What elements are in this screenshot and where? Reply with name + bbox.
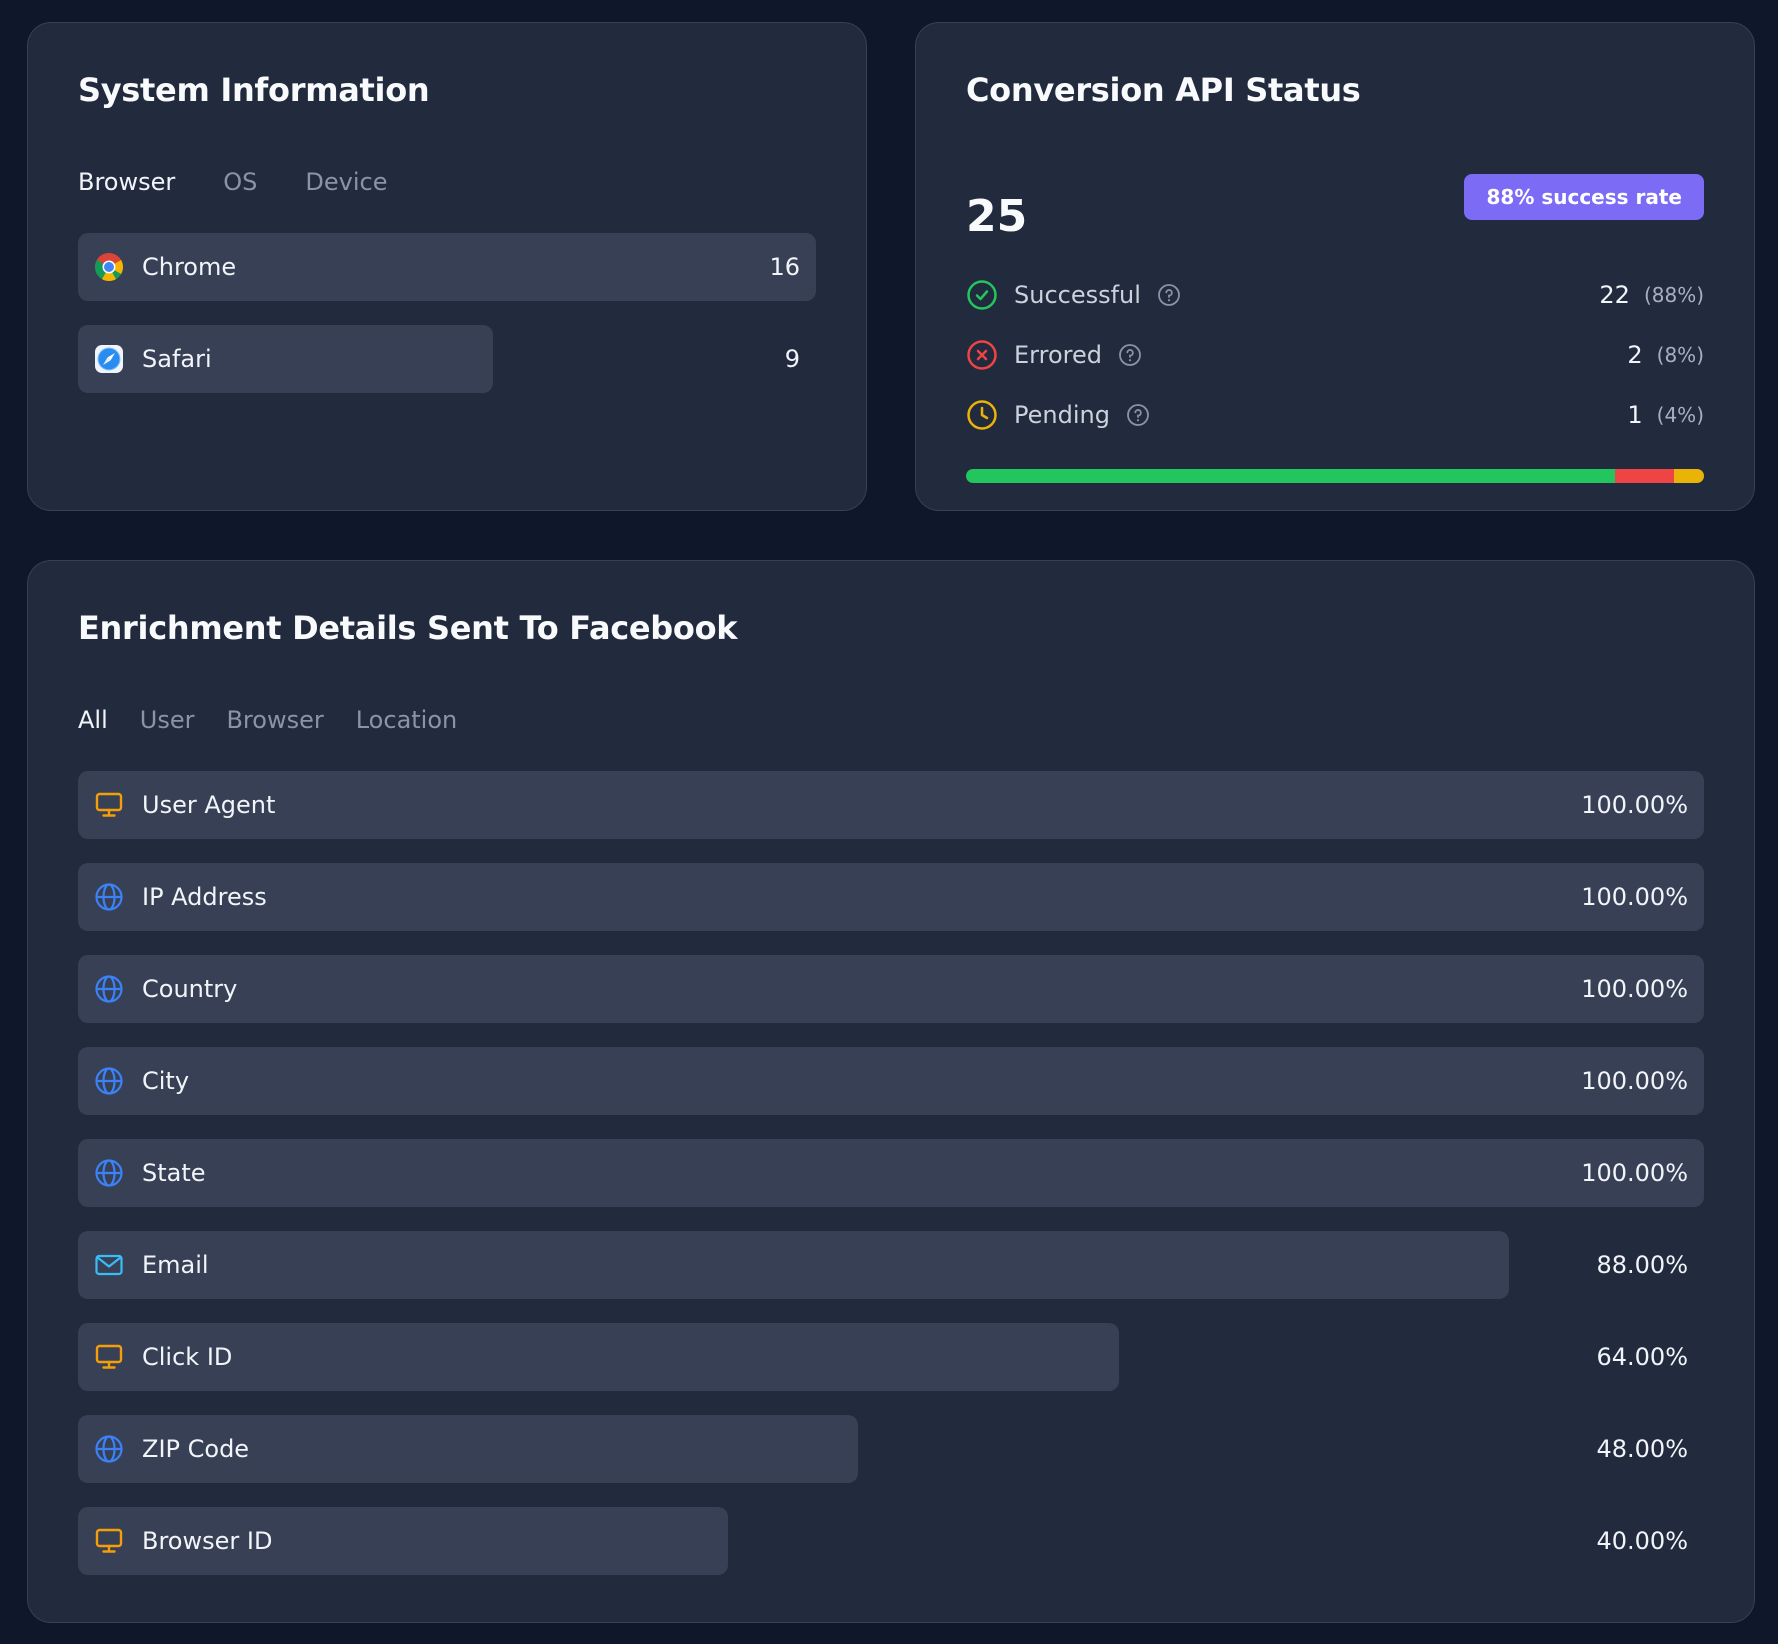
list-item-chrome[interactable]: Chrome 16	[78, 233, 816, 301]
list-item-zip-code[interactable]: ZIP Code 48.00%	[78, 1415, 1704, 1483]
progress-segment-errored	[1615, 469, 1675, 483]
field-name: User Agent	[142, 791, 276, 819]
success-rate-badge: 88% success rate	[1464, 174, 1704, 220]
system-information-card: System Information Browser OS Device Chr…	[27, 22, 867, 511]
tab-browser[interactable]: Browser	[226, 706, 323, 734]
globe-icon	[94, 1434, 124, 1464]
tab-browser[interactable]: Browser	[78, 168, 175, 196]
tab-all[interactable]: All	[78, 706, 108, 734]
browser-name: Safari	[142, 345, 212, 373]
chrome-icon	[94, 252, 124, 282]
total-events-count: 25	[966, 191, 1028, 242]
field-percent: 100.00%	[1581, 1159, 1688, 1187]
enrichment-tabs: All User Browser Location	[78, 706, 457, 734]
field-name: Click ID	[142, 1343, 233, 1371]
help-circle-icon[interactable]	[1118, 343, 1142, 367]
card-title: System Information	[78, 71, 430, 109]
x-circle-icon	[967, 340, 997, 370]
list-item-ip-address[interactable]: IP Address 100.00%	[78, 863, 1704, 931]
globe-icon	[94, 882, 124, 912]
status-row-errored: Errored 2 (8%)	[966, 335, 1704, 375]
browser-count: 9	[784, 345, 800, 373]
list-item-browser-id[interactable]: Browser ID 40.00%	[78, 1507, 1704, 1575]
globe-icon	[94, 1158, 124, 1188]
help-circle-icon[interactable]	[1126, 403, 1150, 427]
status-percent: (88%)	[1643, 283, 1704, 307]
enrichment-list: User Agent 100.00% IP Address 100.00% Countr…	[78, 771, 1704, 1599]
system-tabs: Browser OS Device	[78, 168, 387, 196]
status-progress-bar	[966, 469, 1704, 483]
help-circle-icon[interactable]	[1157, 283, 1181, 307]
status-label: Successful	[1014, 281, 1141, 309]
browser-count: 16	[769, 253, 800, 281]
status-row-successful: Successful 22 (88%)	[966, 275, 1704, 315]
status-count: 2	[1627, 341, 1643, 369]
list-item-email[interactable]: Email 88.00%	[78, 1231, 1704, 1299]
progress-segment-pending	[1674, 469, 1704, 483]
tab-os[interactable]: OS	[223, 168, 257, 196]
card-title: Enrichment Details Sent To Facebook	[78, 609, 738, 647]
field-name: City	[142, 1067, 190, 1095]
check-circle-icon	[967, 280, 997, 310]
field-percent: 100.00%	[1581, 1067, 1688, 1095]
enrichment-details-card: Enrichment Details Sent To Facebook All …	[27, 560, 1755, 1623]
field-percent: 88.00%	[1596, 1251, 1688, 1279]
field-name: Country	[142, 975, 238, 1003]
field-percent: 100.00%	[1581, 791, 1688, 819]
status-list: Successful 22 (88%) Errored 2 (8%) Pendi…	[966, 275, 1704, 455]
status-label: Pending	[1014, 401, 1110, 429]
card-title: Conversion API Status	[966, 71, 1361, 109]
field-percent: 40.00%	[1596, 1527, 1688, 1555]
field-percent: 48.00%	[1596, 1435, 1688, 1463]
field-percent: 100.00%	[1581, 883, 1688, 911]
list-item-state[interactable]: State 100.00%	[78, 1139, 1704, 1207]
safari-icon	[94, 344, 124, 374]
tab-user[interactable]: User	[140, 706, 195, 734]
tab-location[interactable]: Location	[356, 706, 458, 734]
monitor-icon	[94, 790, 124, 820]
list-item-city[interactable]: City 100.00%	[78, 1047, 1704, 1115]
field-name: Email	[142, 1251, 209, 1279]
status-percent: (8%)	[1656, 343, 1704, 367]
progress-segment-successful	[966, 469, 1616, 483]
field-name: ZIP Code	[142, 1435, 250, 1463]
clock-icon	[967, 400, 997, 430]
field-percent: 100.00%	[1581, 975, 1688, 1003]
field-name: IP Address	[142, 883, 267, 911]
list-item-country[interactable]: Country 100.00%	[78, 955, 1704, 1023]
browser-list: Chrome 16 Safari 9	[78, 233, 816, 417]
list-item-click-id[interactable]: Click ID 64.00%	[78, 1323, 1704, 1391]
mail-icon	[94, 1250, 124, 1280]
status-count: 1	[1627, 401, 1643, 429]
status-count: 22	[1599, 281, 1630, 309]
globe-icon	[94, 974, 124, 1004]
status-label: Errored	[1014, 341, 1102, 369]
status-row-pending: Pending 1 (4%)	[966, 395, 1704, 435]
monitor-icon	[94, 1526, 124, 1556]
field-percent: 64.00%	[1596, 1343, 1688, 1371]
monitor-icon	[94, 1342, 124, 1372]
status-percent: (4%)	[1656, 403, 1704, 427]
field-name: Browser ID	[142, 1527, 273, 1555]
field-name: State	[142, 1159, 206, 1187]
list-item-user-agent[interactable]: User Agent 100.00%	[78, 771, 1704, 839]
conversion-api-status-card: Conversion API Status 25 88% success rat…	[915, 22, 1755, 511]
globe-icon	[94, 1066, 124, 1096]
list-item-safari[interactable]: Safari 9	[78, 325, 816, 393]
tab-device[interactable]: Device	[305, 168, 387, 196]
browser-name: Chrome	[142, 253, 237, 281]
